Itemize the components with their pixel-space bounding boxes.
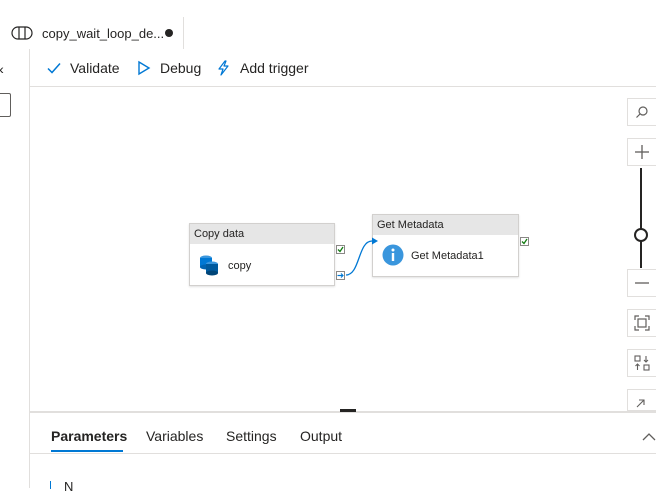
- dependency-connector[interactable]: [340, 227, 380, 287]
- search-canvas-button[interactable]: [627, 98, 656, 126]
- lightning-icon: [218, 60, 229, 76]
- fit-to-screen-icon: [634, 315, 650, 331]
- zoom-out-icon: [635, 282, 649, 284]
- info-icon: [382, 244, 404, 271]
- auto-align-icon: [634, 355, 650, 371]
- fit-to-screen-button[interactable]: [627, 309, 656, 337]
- pipeline-toolbar: Validate Debug Add trigger: [30, 49, 656, 87]
- auto-align-button[interactable]: [627, 349, 656, 377]
- collapse-icon: [636, 399, 645, 408]
- properties-panel: Parameters Variables Settings Output N: [30, 413, 656, 494]
- pipeline-icon: [11, 25, 33, 41]
- debug-button[interactable]: Debug: [136, 49, 201, 87]
- activity-name: copy: [228, 260, 252, 272]
- zoom-slider-thumb[interactable]: [634, 228, 648, 242]
- zoom-out-button[interactable]: [627, 269, 656, 297]
- zoom-in-icon: [635, 145, 649, 159]
- properties-tabs: Parameters Variables Settings Output: [30, 413, 656, 454]
- window-top-strip: [0, 0, 656, 17]
- debug-label: Debug: [160, 60, 202, 76]
- tab-pipeline[interactable]: copy_wait_loop_de...: [0, 17, 184, 49]
- activity-get-metadata[interactable]: Get Metadata Get Metadata1: [372, 214, 519, 277]
- canvas-zoom-controls: [627, 98, 656, 411]
- splitter-grip[interactable]: [340, 409, 356, 412]
- tab-parameters[interactable]: Parameters: [51, 428, 127, 444]
- unsaved-indicator: [165, 29, 173, 37]
- validate-label: Validate: [70, 60, 120, 76]
- collapse-all-button[interactable]: [627, 389, 656, 411]
- validate-button[interactable]: Validate: [46, 49, 120, 87]
- left-gutter: «: [0, 49, 30, 488]
- active-tab-indicator: [51, 450, 123, 452]
- activity-copy-data[interactable]: Copy data copy: [189, 223, 335, 286]
- checkmark-icon: [47, 63, 61, 74]
- tab-bar: copy_wait_loop_de...: [0, 17, 656, 50]
- collapse-sidebar-icon[interactable]: «: [0, 61, 4, 77]
- tab-output[interactable]: Output: [300, 428, 342, 444]
- tab-title: copy_wait_loop_de...: [42, 26, 165, 41]
- activity-type-label: Copy data: [190, 224, 334, 244]
- play-icon: [138, 60, 151, 76]
- copy-data-icon: [199, 254, 219, 281]
- zoom-in-button[interactable]: [627, 138, 656, 166]
- add-trigger-button[interactable]: Add trigger: [216, 49, 308, 87]
- tab-settings[interactable]: Settings: [226, 428, 277, 444]
- search-icon: [636, 106, 648, 118]
- activity-type-label: Get Metadata: [373, 215, 518, 235]
- success-port[interactable]: [520, 237, 529, 246]
- zoom-slider-track[interactable]: [640, 168, 642, 268]
- tab-variables[interactable]: Variables: [146, 428, 203, 444]
- pipeline-canvas[interactable]: Copy data copy Get Metadata Get Metadata…: [30, 87, 656, 411]
- activity-name: Get Metadata1: [411, 250, 484, 262]
- resource-search-box[interactable]: [0, 93, 11, 117]
- chevron-up-icon[interactable]: [642, 429, 656, 447]
- new-parameter-button[interactable]: N: [64, 479, 73, 494]
- add-trigger-label: Add trigger: [240, 60, 309, 76]
